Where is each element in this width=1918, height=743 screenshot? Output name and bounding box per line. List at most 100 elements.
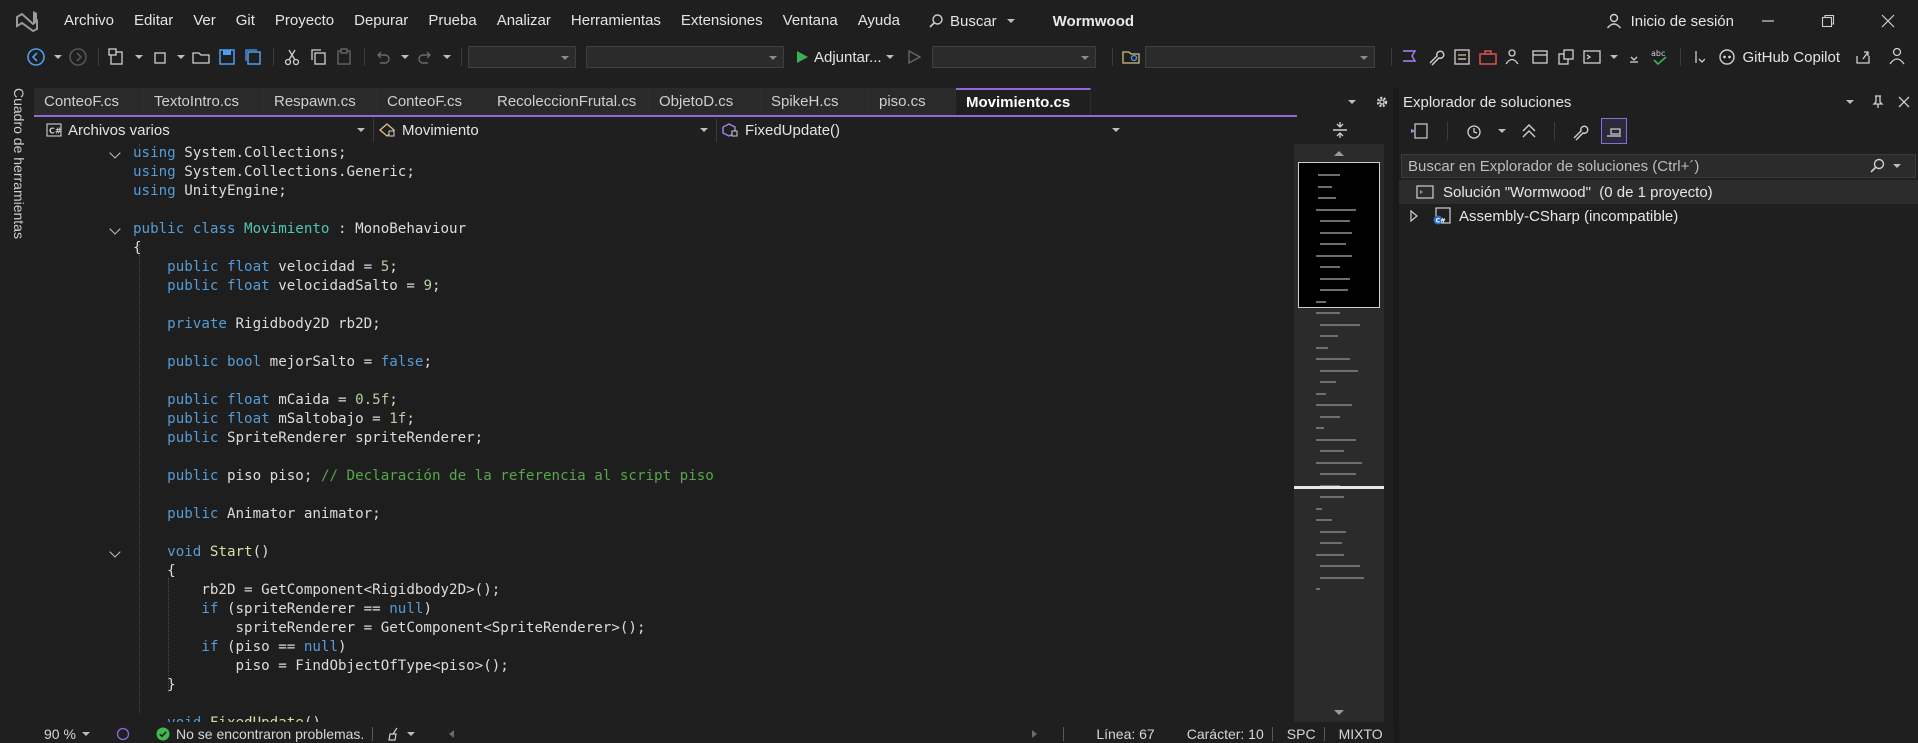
char-indicator[interactable]: Carácter: 10	[1179, 724, 1272, 743]
search-icon[interactable]	[1869, 158, 1885, 174]
window-layout-button[interactable]	[1528, 45, 1552, 69]
menu-item-ayuda[interactable]: Ayuda	[848, 0, 910, 42]
copilot-status[interactable]	[108, 724, 138, 743]
code-line[interactable]	[42, 448, 1294, 467]
menu-item-herramientas[interactable]: Herramientas	[561, 0, 671, 42]
pin-icon[interactable]	[1872, 95, 1884, 109]
code-line[interactable]: using UnityEngine;	[42, 182, 1294, 201]
code-line[interactable]: public SpriteRenderer spriteRenderer;	[42, 429, 1294, 448]
code-line[interactable]: public float mCaida = 0.5f;	[42, 391, 1294, 410]
code-line[interactable]: if (piso == null)	[42, 638, 1294, 657]
cut-button[interactable]	[280, 45, 304, 69]
team-explorer-button[interactable]	[1502, 45, 1526, 69]
minimap-viewport[interactable]	[1298, 162, 1380, 308]
tools-button[interactable]	[1424, 45, 1448, 69]
menu-item-archivo[interactable]: Archivo	[54, 0, 124, 42]
code-editor[interactable]: using System.Collections; using System.Co…	[42, 144, 1294, 722]
tab-spikeh-cs[interactable]: SpikeH.cs	[761, 88, 869, 116]
toolbox-button[interactable]	[1476, 45, 1500, 69]
solution-configuration-dropdown[interactable]	[468, 46, 576, 68]
share-icon[interactable]	[1854, 48, 1872, 66]
tab-recoleccionfrutal-cs[interactable]: RecoleccionFrutal.cs	[487, 88, 649, 116]
visual-studio-logo-icon[interactable]	[0, 0, 54, 42]
feedback-button[interactable]	[1888, 45, 1908, 71]
code-line[interactable]: using System.Collections.Generic;	[42, 163, 1294, 182]
code-line[interactable]	[42, 334, 1294, 353]
wrench-icon[interactable]	[1571, 121, 1591, 141]
tab-list-dropdown-icon[interactable]	[1348, 100, 1356, 104]
tab-objetod-cs[interactable]: ObjetoD.cs	[649, 88, 761, 116]
add-item-button[interactable]	[147, 45, 171, 69]
github-copilot-button[interactable]: GitHub Copilot	[1718, 42, 1872, 72]
paste-button[interactable]	[332, 45, 356, 69]
close-icon[interactable]	[1898, 96, 1910, 108]
collapse-all-icon[interactable]	[1520, 121, 1538, 141]
overflow-button[interactable]	[1622, 45, 1646, 69]
find-in-files-button[interactable]	[1119, 45, 1143, 69]
menu-item-editar[interactable]: Editar	[124, 0, 183, 42]
code-line[interactable]: void Start()	[42, 543, 1294, 562]
gear-icon[interactable]	[1374, 94, 1390, 110]
save-button[interactable]	[215, 45, 239, 69]
problems-indicator[interactable]: No se encontraron problemas.	[148, 724, 372, 743]
tab-textointro-cs[interactable]: TextoIntro.cs	[144, 88, 264, 116]
copy-button[interactable]	[306, 45, 330, 69]
redo-button[interactable]	[413, 45, 437, 69]
navigate-back-button[interactable]	[24, 45, 48, 69]
split-editor-button[interactable]	[1296, 118, 1384, 142]
code-line[interactable]: public piso piso; // Declaración de la r…	[42, 467, 1294, 486]
tab-piso-cs[interactable]: piso.cs	[869, 88, 956, 116]
fold-toggle-icon[interactable]	[109, 546, 121, 558]
new-project-button[interactable]	[105, 45, 129, 69]
menu-item-prueba[interactable]: Prueba	[418, 0, 486, 42]
solution-platform-dropdown[interactable]	[586, 46, 784, 68]
chevron-down-icon[interactable]	[1893, 164, 1901, 168]
extensions-button[interactable]	[1554, 45, 1578, 69]
code-cleanup-button[interactable]	[379, 724, 427, 743]
solution-explorer-search-input[interactable]: Buscar en Explorador de soluciones (Ctrl…	[1401, 154, 1916, 178]
tab-respawn-cs[interactable]: Respawn.cs	[264, 88, 377, 116]
line-endings-indicator[interactable]: MIXTO	[1331, 724, 1391, 743]
code-line[interactable]: public Animator animator;	[42, 505, 1294, 524]
code-line[interactable]: public float mSaltobajo = 1f;	[42, 410, 1294, 429]
menu-item-ver[interactable]: Ver	[183, 0, 226, 42]
type-dropdown[interactable]: Movimiento	[374, 118, 717, 142]
code-line[interactable]: rb2D = GetComponent<Rigidbody2D>();	[42, 581, 1294, 600]
code-line[interactable]	[42, 695, 1294, 714]
code-line[interactable]: {	[42, 239, 1294, 258]
toolbox-tab[interactable]: Cuadro de herramientas	[11, 88, 27, 239]
minimize-button[interactable]	[1738, 0, 1798, 42]
chevron-down-icon[interactable]	[1498, 129, 1506, 133]
project-tree-item[interactable]: C# Assembly-CSharp (incompatible)	[1399, 204, 1918, 228]
code-line[interactable]: {	[42, 562, 1294, 581]
scroll-down-icon[interactable]	[1294, 706, 1384, 720]
pending-changes-filter-icon[interactable]	[1464, 121, 1484, 141]
spell-check-button[interactable]: abc	[1648, 45, 1672, 69]
restore-button[interactable]	[1798, 0, 1858, 42]
code-line[interactable]: spriteRenderer = GetComponent<SpriteRend…	[42, 619, 1294, 638]
code-line[interactable]: void FixedUpdate()	[42, 714, 1294, 722]
undo-button[interactable]	[371, 45, 395, 69]
expand-arrow-icon[interactable]	[1407, 209, 1421, 223]
member-dropdown[interactable]: FixedUpdate()	[717, 118, 1128, 142]
tab-conteof-cs[interactable]: ConteoF.cs	[34, 88, 144, 116]
fold-toggle-icon[interactable]	[109, 717, 121, 722]
save-all-button[interactable]	[241, 45, 265, 69]
line-indicator[interactable]: Línea: 67	[1088, 724, 1162, 743]
code-line[interactable]: piso = FindObjectOfType<piso>();	[42, 657, 1294, 676]
menu-item-ventana[interactable]: Ventana	[773, 0, 848, 42]
switch-views-icon[interactable]	[1409, 121, 1431, 141]
chevron-down-icon[interactable]	[443, 55, 451, 59]
chevron-down-icon[interactable]	[135, 55, 143, 59]
menu-item-analizar[interactable]: Analizar	[487, 0, 561, 42]
open-file-button[interactable]	[189, 45, 213, 69]
find-dropdown[interactable]	[1144, 46, 1375, 68]
tab-conteof-cs[interactable]: ConteoF.cs	[377, 88, 487, 116]
chevron-down-icon[interactable]	[54, 55, 62, 59]
chevron-down-icon[interactable]	[1609, 55, 1618, 59]
chevron-down-icon[interactable]	[401, 55, 409, 59]
code-line[interactable]: public float velocidadSalto = 9;	[42, 277, 1294, 296]
whitespace-indicator[interactable]: SPC	[1279, 724, 1324, 743]
customize-toolbar-button[interactable]	[1687, 45, 1711, 69]
code-line[interactable]: public bool mejorSalto = false;	[42, 353, 1294, 372]
